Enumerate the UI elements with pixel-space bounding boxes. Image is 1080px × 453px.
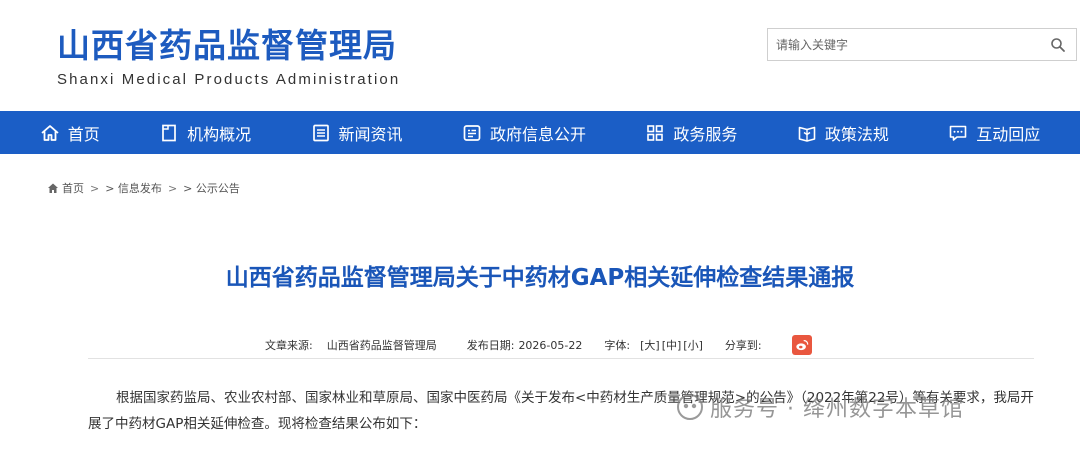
nav-item-interaction[interactable]: 互动回应 [948,111,1040,154]
search-icon[interactable] [1050,37,1066,53]
news-icon [312,124,329,141]
book-icon [798,126,816,142]
nav-item-organization[interactable]: 机构概况 [159,111,251,154]
chat-icon [949,125,967,141]
watermark-text: 服务号 · 绛州数字本草馆 [710,397,964,422]
nav-item-label: 互动回应 [976,124,1041,144]
source-value: 山西省药品监督管理局 [326,339,437,352]
font-size-label: 字体: [604,339,631,352]
nav-item-label: 首页 [67,124,100,144]
wechat-service-icon [677,394,703,420]
nav-item-label: 机构概况 [187,124,252,144]
nav-item-services[interactable]: 政务服务 [645,111,737,154]
weibo-icon [795,340,808,351]
share-label: 分享到: [724,339,762,352]
font-size-large-button[interactable]: [大] [640,337,660,353]
breadcrumb-separator: > [167,181,178,195]
info-icon [463,124,481,141]
breadcrumb-info-release-link[interactable]: > 信息发布 [105,180,162,196]
nav-item-gov-info[interactable]: 政府信息公开 [462,111,586,154]
nav-item-label: 政府信息公开 [489,124,586,144]
home-icon [41,124,59,141]
date-value: 2026-05-22 [518,338,583,352]
search-input[interactable] [768,29,1038,60]
watermark: 服务号 · 绛州数字本草馆 [676,391,964,423]
meta-divider [88,358,1034,359]
nav-item-label: 新闻资讯 [338,124,403,144]
font-size-small-button[interactable]: [小] [683,337,703,353]
document-icon [162,124,176,141]
site-logo-chinese[interactable]: 山西省药品监督管理局 [57,26,397,66]
nav-item-label: 政策法规 [824,124,889,144]
article-meta: 文章来源: 山西省药品监督管理局 发布日期: 2026-05-22 字体: [大… [265,335,812,355]
search-box [767,28,1077,61]
nav-item-home[interactable]: 首页 [40,111,100,154]
nav-item-label: 政务服务 [673,124,738,144]
grid-icon [647,124,664,141]
site-header: 山西省药品监督管理局 Shanxi Medical Products Admin… [0,0,1080,111]
nav-item-policy[interactable]: 政策法规 [797,111,889,154]
breadcrumb: 首页 > > 信息发布 > > 公示公告 [47,180,240,196]
breadcrumb-announcements-link[interactable]: > 公示公告 [183,180,240,196]
article-title: 山西省药品监督管理局关于中药材GAP相关延伸检查结果通报 [225,265,855,291]
breadcrumb-separator: > [90,181,100,195]
font-size-medium-button[interactable]: [中] [662,337,682,353]
home-icon [48,183,58,193]
main-nav: 首页 机构概况 新闻资讯 政府信息公开 政务服务 政策法规 互动回应 [0,111,1080,154]
breadcrumb-home-link[interactable]: 首页 [62,180,84,196]
weibo-share-button[interactable] [791,335,812,355]
date-label: 发布日期: [466,339,515,352]
source-label: 文章来源: [265,339,313,352]
site-logo-english: Shanxi Medical Products Administration [57,71,401,88]
nav-item-news[interactable]: 新闻资讯 [311,111,403,154]
